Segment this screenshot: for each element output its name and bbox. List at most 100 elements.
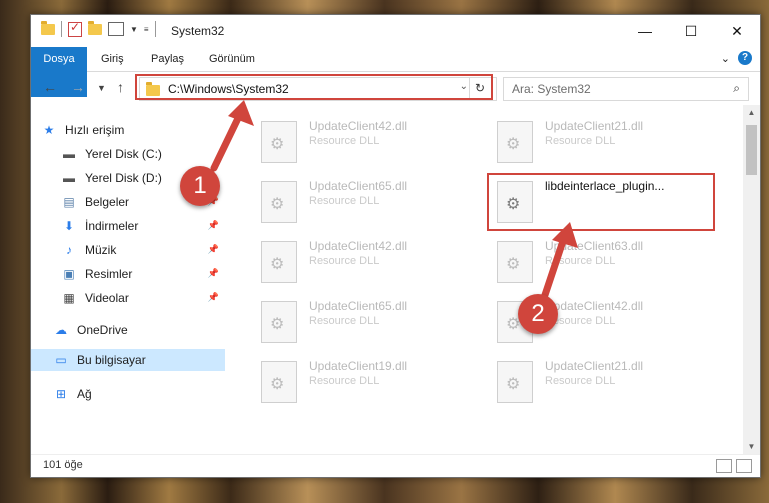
item-count: 101 öğe xyxy=(43,459,83,471)
pin-icon[interactable]: 📌 xyxy=(208,268,219,279)
file-item[interactable]: UpdateClient19.dll Resource DLL xyxy=(247,353,467,403)
file-name: UpdateClient42.dll xyxy=(309,239,408,253)
file-item[interactable]: UpdateClient65.dll Resource DLL xyxy=(247,293,467,343)
search-icon[interactable]: ⌕ xyxy=(733,81,740,96)
up-arrow-icon[interactable]: ↑ xyxy=(117,79,124,95)
toolbar-divider xyxy=(61,21,62,37)
sidebar-item-downloads[interactable]: ⬇ İndirmeler 📌 xyxy=(61,215,225,237)
file-item[interactable]: UpdateClient21.dll Resource DLL xyxy=(483,353,703,403)
highlight-box-file xyxy=(487,173,715,231)
pin-icon[interactable]: 📌 xyxy=(208,220,219,231)
maximize-button[interactable]: ☐ xyxy=(668,15,714,47)
navigation-bar: ← → ▼ ↑ C:\Windows\System32 ⌄ ↻ Ara: Sys… xyxy=(31,73,760,103)
dll-file-icon xyxy=(497,241,533,283)
file-name: UpdateClient21.dll xyxy=(545,119,644,133)
ribbon-right-controls: ⌄ ? xyxy=(721,51,752,65)
recent-locations-icon[interactable]: ▼ xyxy=(97,83,106,93)
file-type: Resource DLL xyxy=(309,375,380,387)
scroll-up-icon[interactable]: ▲ xyxy=(743,105,760,121)
dll-file-icon xyxy=(261,241,297,283)
details-view-icon[interactable] xyxy=(716,459,732,473)
chevron-down-icon[interactable]: ▼ xyxy=(130,25,138,34)
minimize-button[interactable]: — xyxy=(622,15,668,47)
navigation-pane: ★ Hızlı erişim ▬ Yerel Disk (C:) ▬ Yerel… xyxy=(31,111,227,451)
file-item[interactable]: UpdateClient42.dll Resource DLL xyxy=(247,113,467,163)
highlight-box-address xyxy=(135,74,493,100)
file-explorer-window: ▼ ≡ System32 — ☐ ✕ Dosya Giriş Paylaş Gö… xyxy=(30,14,761,478)
file-type: Resource DLL xyxy=(309,255,380,267)
file-name: UpdateClient42.dll xyxy=(309,119,408,133)
computer-icon: ▭ xyxy=(55,353,67,367)
sidebar-item-label: OneDrive xyxy=(77,323,128,337)
close-button[interactable]: ✕ xyxy=(714,15,760,47)
file-name: UpdateClient21.dll xyxy=(545,359,644,373)
dll-file-icon xyxy=(261,361,297,403)
pin-icon[interactable]: 📌 xyxy=(208,244,219,255)
title-bar: ▼ ≡ System32 — ☐ ✕ xyxy=(31,15,760,47)
window-controls: — ☐ ✕ xyxy=(622,15,760,47)
properties-check-icon[interactable] xyxy=(68,20,82,37)
sidebar-item-pictures[interactable]: ▣ Resimler 📌 xyxy=(61,263,225,285)
scroll-down-icon[interactable]: ▼ xyxy=(743,439,760,455)
customize-toolbar-icon[interactable]: ≡ xyxy=(144,25,149,34)
document-icon: ▤ xyxy=(63,195,75,209)
file-name: UpdateClient65.dll xyxy=(309,179,408,193)
sidebar-item-label: Resimler xyxy=(85,267,133,281)
scrollbar-thumb[interactable] xyxy=(746,125,757,175)
sidebar-item-label: Ağ xyxy=(77,387,92,401)
file-item[interactable]: UpdateClient65.dll Resource DLL xyxy=(247,173,467,223)
file-name: UpdateClient42.dll xyxy=(545,299,644,313)
file-type: Resource DLL xyxy=(309,135,380,147)
drive-icon: ▬ xyxy=(63,147,75,161)
sidebar-item-quick-access[interactable]: ★ Hızlı erişim xyxy=(41,119,235,141)
quick-access-toolbar: ▼ ≡ xyxy=(41,20,156,37)
pin-icon[interactable]: 📌 xyxy=(208,292,219,303)
cloud-icon: ☁ xyxy=(55,323,67,337)
dll-file-icon xyxy=(261,121,297,163)
dll-file-icon xyxy=(261,301,297,343)
file-item[interactable]: UpdateClient21.dll Resource DLL xyxy=(483,113,703,163)
sidebar-item-network[interactable]: ⊞ Ağ xyxy=(53,383,225,405)
vertical-scrollbar[interactable]: ▲ ▼ xyxy=(743,105,760,455)
sidebar-item-label: Bu bilgisayar xyxy=(77,353,146,367)
network-icon: ⊞ xyxy=(55,387,67,401)
sidebar-item-music[interactable]: ♪ Müzik 📌 xyxy=(61,239,225,261)
file-item[interactable]: UpdateClient42.dll Resource DLL xyxy=(483,293,703,343)
view-options-icon[interactable] xyxy=(108,22,124,36)
new-folder-icon[interactable] xyxy=(88,20,102,35)
tab-view[interactable]: Görünüm xyxy=(209,47,255,71)
status-bar: 101 öğe xyxy=(31,454,760,477)
sidebar-item-onedrive[interactable]: ☁ OneDrive xyxy=(53,319,225,341)
film-icon: ▦ xyxy=(63,291,75,305)
file-name: UpdateClient19.dll xyxy=(309,359,408,373)
sidebar-item-label: İndirmeler xyxy=(85,219,139,233)
forward-arrow-icon[interactable]: → xyxy=(71,79,85,95)
search-placeholder: Ara: System32 xyxy=(512,82,591,96)
file-type: Resource DLL xyxy=(545,135,616,147)
file-item[interactable]: UpdateClient42.dll Resource DLL xyxy=(247,233,467,283)
sidebar-item-label: Belgeler xyxy=(85,195,130,209)
search-input[interactable]: Ara: System32 ⌕ xyxy=(503,77,749,101)
large-icons-view-icon[interactable] xyxy=(736,459,752,473)
sidebar-item-videos[interactable]: ▦ Videolar 📌 xyxy=(61,287,225,309)
dll-file-icon xyxy=(497,361,533,403)
sidebar-item-label: Yerel Disk (D:) xyxy=(85,171,162,185)
help-icon[interactable]: ? xyxy=(738,51,752,65)
expand-ribbon-icon[interactable]: ⌄ xyxy=(721,52,730,65)
file-name: UpdateClient63.dll xyxy=(545,239,644,253)
file-type: Resource DLL xyxy=(545,375,616,387)
folder-icon xyxy=(41,20,55,35)
file-type: Resource DLL xyxy=(309,195,380,207)
file-name: UpdateClient65.dll xyxy=(309,299,408,313)
ribbon-tabs: Dosya Giriş Paylaş Görünüm ⌄ ? xyxy=(31,47,760,97)
view-toggle xyxy=(716,459,752,473)
file-type: Resource DLL xyxy=(309,315,380,327)
star-icon: ★ xyxy=(43,123,55,137)
sidebar-item-this-pc[interactable]: ▭ Bu bilgisayar xyxy=(31,349,225,371)
back-arrow-icon[interactable]: ← xyxy=(43,79,57,95)
file-type: Resource DLL xyxy=(545,255,616,267)
file-item[interactable]: UpdateClient63.dll Resource DLL xyxy=(483,233,703,283)
sidebar-item-local-disk-c[interactable]: ▬ Yerel Disk (C:) xyxy=(61,143,225,165)
tab-share[interactable]: Paylaş xyxy=(151,47,184,71)
tab-home[interactable]: Giriş xyxy=(101,47,124,71)
